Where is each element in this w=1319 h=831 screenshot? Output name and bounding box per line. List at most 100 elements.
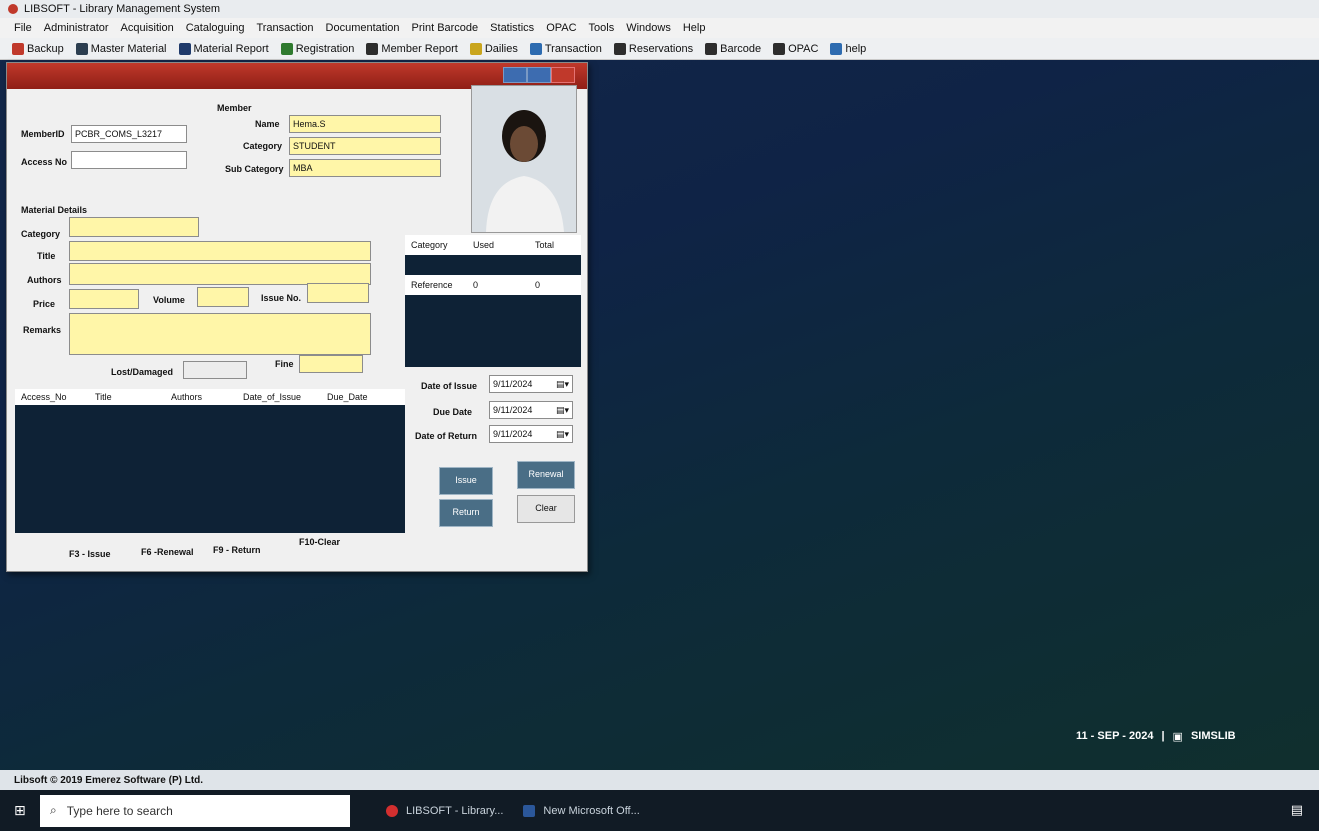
toolbar-label: Barcode <box>720 42 762 55</box>
menu-print-barcode[interactable]: Print Barcode <box>412 22 479 34</box>
title-bar: LIBSOFT - Library Management System <box>0 0 1319 18</box>
category-grid: Category Used Total Reference 0 0 <box>405 235 581 367</box>
member-id-field[interactable]: PCBR_COMS_L3217 <box>71 125 187 143</box>
toolbar-dailies-button[interactable]: Dailies <box>469 42 518 55</box>
minimize-button[interactable] <box>503 67 527 83</box>
notification-icon[interactable]: ▤ <box>1291 802 1303 818</box>
toolbar-material-report-button[interactable]: Material Report <box>178 42 269 55</box>
issue-no-field[interactable] <box>307 283 369 303</box>
taskbar-item-label: New Microsoft Off... <box>543 804 640 817</box>
lost-damaged-field[interactable] <box>183 361 247 379</box>
windows-start-icon[interactable]: ⊞ <box>14 802 26 819</box>
col-category: Category <box>411 240 448 250</box>
name-field[interactable]: Hema.S <box>289 115 441 133</box>
calendar-icon[interactable]: ▤▾ <box>556 402 572 418</box>
toolbar-master-material-button[interactable]: Master Material <box>75 42 167 55</box>
cell-category: Reference <box>411 280 453 290</box>
authors-field[interactable] <box>69 263 371 285</box>
member-section-label: Member <box>217 103 252 113</box>
name-label: Name <box>255 119 280 129</box>
date-of-issue-picker[interactable]: 9/11/2024 ▤▾ <box>489 375 573 393</box>
due-date-label: Due Date <box>433 407 473 417</box>
fine-field[interactable] <box>299 355 363 373</box>
menu-statistics[interactable]: Statistics <box>490 22 534 34</box>
remarks-field[interactable] <box>69 313 371 355</box>
menu-administrator[interactable]: Administrator <box>44 22 109 34</box>
title-field[interactable] <box>69 241 371 261</box>
menu-tools[interactable]: Tools <box>589 22 615 34</box>
menu-opac[interactable]: OPAC <box>546 22 576 34</box>
toolbar-reservations-button[interactable]: Reservations <box>613 42 694 55</box>
col-authors: Authors <box>171 392 203 402</box>
col-total: Total <box>535 240 555 250</box>
material-category-field[interactable] <box>69 217 199 237</box>
member-report-icon <box>366 42 379 55</box>
toolbar-help-button[interactable]: help <box>830 42 867 55</box>
issue-no-label: Issue No. <box>261 293 302 303</box>
taskbar-search[interactable]: ⌕ Type here to search <box>40 794 350 827</box>
shortcut-renewal: F6 -Renewal <box>141 547 194 557</box>
material-category-label: Category <box>21 229 61 239</box>
maximize-button[interactable] <box>527 67 551 83</box>
transaction-icon <box>529 42 542 55</box>
search-placeholder: Type here to search <box>66 803 173 818</box>
date-of-return-picker[interactable]: 9/11/2024 ▤▾ <box>489 425 573 443</box>
copyright-text: Libsoft © 2019 Emerez Software (P) Ltd. <box>14 774 204 786</box>
price-label: Price <box>33 299 56 309</box>
due-date-picker[interactable]: 9/11/2024 ▤▾ <box>489 401 573 419</box>
toolbar-member-report-button[interactable]: Member Report <box>366 42 458 55</box>
price-field[interactable] <box>69 289 139 309</box>
toolbar-backup-button[interactable]: Backup <box>12 42 64 55</box>
user-icon: ▣ <box>1172 731 1183 743</box>
menu-file[interactable]: File <box>14 22 32 34</box>
menu-acquisition[interactable]: Acquisition <box>121 22 174 34</box>
close-button[interactable] <box>551 67 575 83</box>
date-of-return-label: Date of Return <box>415 431 478 441</box>
toolbar-label: Backup <box>27 42 64 55</box>
volume-label: Volume <box>153 295 185 305</box>
renewal-button[interactable]: Renewal <box>517 461 575 489</box>
cell-total: 0 <box>535 280 541 290</box>
taskbar: ⊞ ⌕ Type here to search LIBSOFT - Librar… <box>0 790 1319 831</box>
table-row[interactable]: Reference 0 0 <box>405 275 581 295</box>
menu-bar: File Administrator Acquisition Catalogui… <box>0 18 1319 38</box>
toolbar-transaction-button[interactable]: Transaction <box>529 42 602 55</box>
toolbar-label: OPAC <box>788 42 819 55</box>
toolbar-label: Reservations <box>628 42 694 55</box>
fine-label: Fine <box>275 359 294 369</box>
separator: | <box>1161 730 1165 742</box>
category-grid-header: Category Used Total <box>405 235 581 255</box>
reservations-icon <box>613 42 626 55</box>
volume-field[interactable] <box>197 287 249 307</box>
due-date-value: 9/11/2024 <box>493 405 533 415</box>
menu-transaction[interactable]: Transaction <box>256 22 313 34</box>
status-bar: Libsoft © 2019 Emerez Software (P) Ltd. <box>0 770 1319 790</box>
toolbar: Backup Master Material Material Report Regi… <box>0 38 1319 60</box>
menu-documentation[interactable]: Documentation <box>326 22 400 34</box>
transactions-grid-header: Access_No Title Authors Date_of_Issue Du… <box>15 389 405 405</box>
toolbar-opac-button[interactable]: OPAC <box>773 42 819 55</box>
menu-help[interactable]: Help <box>683 22 706 34</box>
word-app-icon <box>523 804 536 817</box>
issue-button[interactable]: Issue <box>439 467 493 495</box>
taskbar-item-word[interactable]: New Microsoft Off... <box>513 796 649 826</box>
menu-cataloguing[interactable]: Cataloguing <box>186 22 245 34</box>
transactions-grid: Access_No Title Authors Date_of_Issue Du… <box>15 389 405 533</box>
calendar-icon[interactable]: ▤▾ <box>556 376 572 392</box>
toolbar-registration-button[interactable]: Registration <box>280 42 354 55</box>
toolbar-label: help <box>845 42 867 55</box>
taskbar-item-libsoft[interactable]: LIBSOFT - Library... <box>376 796 513 826</box>
sub-category-field[interactable]: MBA <box>289 159 441 177</box>
menu-windows[interactable]: Windows <box>626 22 671 34</box>
toolbar-barcode-button[interactable]: Barcode <box>705 42 762 55</box>
clear-button[interactable]: Clear <box>517 495 575 523</box>
taskbar-item-label: LIBSOFT - Library... <box>406 804 504 817</box>
title-label: Title <box>37 251 56 261</box>
calendar-icon[interactable]: ▤▾ <box>556 426 572 442</box>
access-no-field[interactable] <box>71 151 187 169</box>
member-id-label: MemberID <box>21 129 65 139</box>
shortcut-clear: F10-Clear <box>299 537 341 547</box>
return-button[interactable]: Return <box>439 499 493 527</box>
date-of-return-value: 9/11/2024 <box>493 429 533 439</box>
category-field[interactable]: STUDENT <box>289 137 441 155</box>
